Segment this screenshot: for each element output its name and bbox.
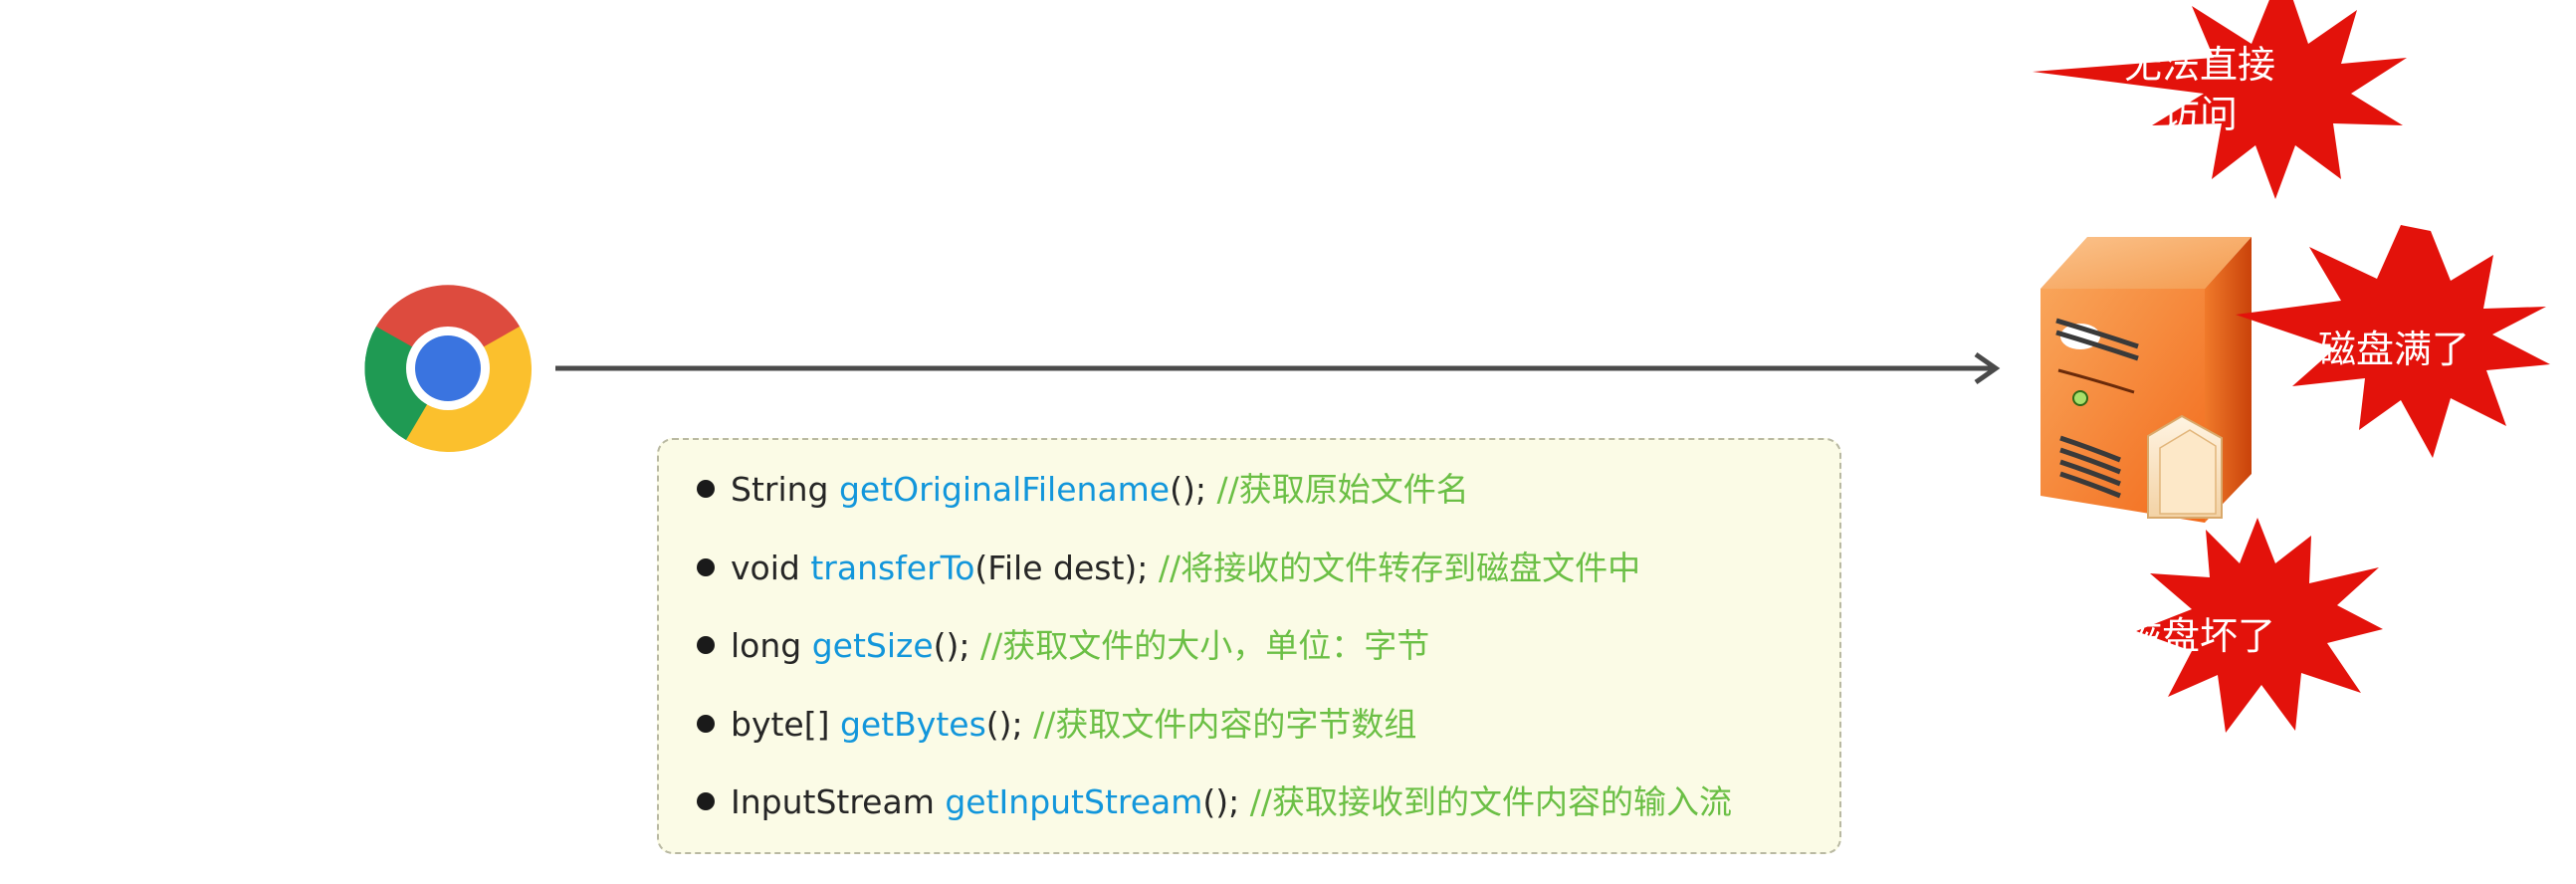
method-line-1: void transferTo(File dest); //将接收的文件转存到磁…	[697, 544, 1640, 593]
disk-full-label: 磁盘满了	[2317, 328, 2469, 371]
bullet-icon	[697, 714, 715, 733]
disk-broken-label: 磁盘坏了	[2123, 614, 2275, 658]
method-line-0: String getOriginalFilename(); //获取原始文件名	[697, 465, 1469, 515]
method-args: ();	[1170, 470, 1206, 509]
method-args: ();	[933, 626, 970, 665]
bullet-icon	[697, 557, 715, 576]
method-line-2: long getSize(); //获取文件的大小，单位：字节	[697, 621, 1429, 671]
method-line-4: InputStream getInputStream(); //获取接收到的文件…	[697, 777, 1732, 827]
method-comment: //将接收的文件转存到磁盘文件中	[1158, 549, 1641, 587]
method-return-type: byte[]	[731, 705, 830, 744]
no-access-line2: 访问	[2161, 93, 2238, 136]
method-return-type: void	[731, 549, 800, 587]
method-name: getOriginalFilename	[838, 470, 1171, 509]
bullet-icon	[697, 635, 715, 654]
chrome-browser-icon	[364, 285, 533, 453]
method-name: getInputStream	[945, 782, 1203, 821]
method-comment: //获取文件的大小，单位：字节	[980, 626, 1430, 665]
no-access-label: 无法直接 访问	[2100, 40, 2299, 139]
method-return-type: InputStream	[731, 782, 935, 821]
multipartfile-methods-box: String getOriginalFilename(); //获取原始文件名 …	[657, 438, 1841, 854]
bullet-icon	[697, 791, 715, 810]
method-args: ();	[985, 705, 1023, 744]
no-access-line1: 无法直接	[2123, 43, 2275, 87]
method-comment: //获取原始文件名	[1216, 470, 1469, 509]
method-line-3: byte[] getBytes(); //获取文件内容的字节数组	[697, 700, 1416, 750]
method-name: getSize	[811, 626, 934, 665]
method-args: ();	[1202, 782, 1240, 821]
method-name: transferTo	[810, 549, 975, 587]
bullet-icon	[697, 479, 715, 498]
method-return-type: long	[731, 626, 802, 665]
method-comment: //获取接收到的文件内容的输入流	[1249, 782, 1733, 821]
method-args: (File dest);	[974, 549, 1149, 587]
method-comment: //获取文件内容的字节数组	[1033, 705, 1417, 744]
method-name: getBytes	[839, 705, 986, 744]
folder-icon	[2147, 414, 2223, 519]
method-return-type: String	[731, 470, 829, 509]
request-arrow	[555, 351, 2001, 385]
